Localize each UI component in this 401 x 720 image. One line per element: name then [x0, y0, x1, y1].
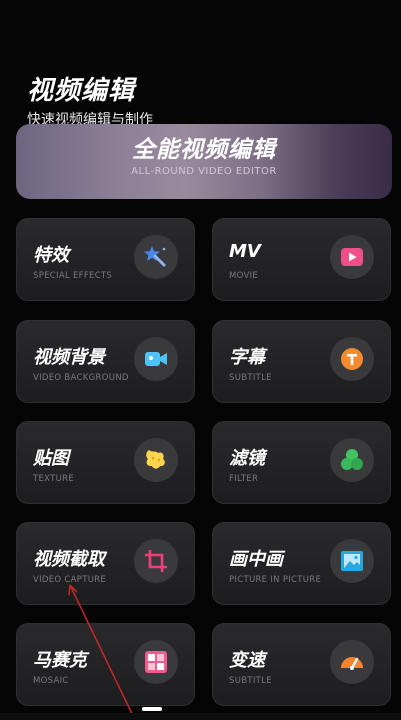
home-indicator	[142, 707, 162, 711]
annotation-arrow	[68, 584, 135, 719]
bottom-bar	[0, 713, 401, 720]
